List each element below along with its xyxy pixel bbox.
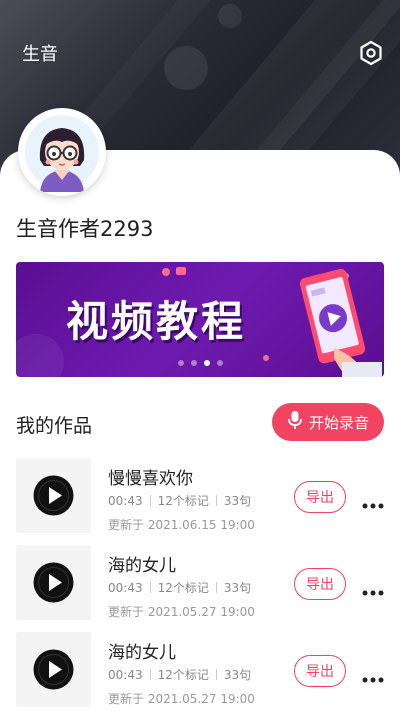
work-thumbnail (16, 632, 91, 707)
work-thumbnail (16, 458, 91, 533)
export-button[interactable]: 导出 (294, 481, 346, 513)
vinyl-play-icon (33, 649, 74, 690)
start-recording-label: 开始录音 (308, 413, 369, 432)
divider (149, 669, 151, 680)
carousel-dot[interactable] (191, 360, 197, 366)
work-title: 慢慢喜欢你 (108, 469, 193, 489)
work-meta: 00:43 12个标记 33句 (108, 666, 251, 683)
video-tutorial-banner[interactable]: 视频教程 (16, 262, 384, 377)
vinyl-play-icon (33, 475, 74, 516)
divider (215, 582, 217, 593)
work-meta: 00:43 12个标记 33句 (108, 579, 251, 596)
carousel-dot[interactable] (217, 360, 223, 366)
divider (215, 669, 217, 680)
work-meta: 00:43 12个标记 33句 (108, 492, 251, 509)
work-updated-time: 更新于 2021.06.15 19:00 (108, 518, 255, 532)
work-thumbnail (16, 545, 91, 620)
more-dots-icon[interactable] (362, 494, 384, 509)
divider (149, 582, 151, 593)
work-title: 海的女儿 (108, 643, 176, 663)
work-marks: 12个标记 (157, 668, 209, 682)
divider (215, 495, 217, 506)
work-sentences: 33句 (223, 581, 252, 595)
work-title: 海的女儿 (108, 556, 176, 576)
banner-title: 视频教程 (66, 297, 247, 346)
work-sentences: 33句 (223, 494, 252, 508)
work-updated-time: 更新于 2021.05.27 19:00 (108, 605, 255, 619)
settings-icon[interactable] (358, 40, 384, 66)
work-marks: 12个标记 (157, 494, 209, 508)
header-decoration (218, 4, 242, 28)
export-button[interactable]: 导出 (294, 655, 346, 687)
export-button[interactable]: 导出 (294, 568, 346, 600)
carousel-dot[interactable] (178, 360, 184, 366)
my-works-title: 我的作品 (16, 415, 93, 437)
work-item[interactable]: 慢慢喜欢你 00:43 12个标记 33句 更新于 2021.06.15 19:… (0, 458, 400, 538)
work-duration: 00:43 (108, 580, 143, 595)
header-decoration (164, 46, 208, 90)
avatar[interactable] (18, 108, 106, 196)
work-sentences: 33句 (223, 668, 252, 682)
carousel-indicator (178, 360, 223, 366)
carousel-dot-active[interactable] (204, 360, 210, 366)
more-dots-icon[interactable] (362, 581, 384, 596)
more-dots-icon[interactable] (362, 668, 384, 683)
app-title: 生音 (22, 44, 58, 65)
work-item[interactable]: 海的女儿 00:43 12个标记 33句 更新于 2021.05.27 19:0… (0, 545, 400, 625)
divider (149, 495, 151, 506)
work-updated-time: 更新于 2021.05.27 19:00 (108, 692, 255, 706)
work-item[interactable]: 海的女儿 00:43 12个标记 33句 更新于 2021.05.27 19:0… (0, 632, 400, 711)
work-duration: 00:43 (108, 667, 143, 682)
start-recording-button[interactable]: 开始录音 (272, 403, 384, 441)
username: 生音作者2293 (16, 217, 154, 241)
work-marks: 12个标记 (157, 581, 209, 595)
work-duration: 00:43 (108, 493, 143, 508)
vinyl-play-icon (33, 562, 74, 603)
microphone-icon (287, 410, 303, 434)
